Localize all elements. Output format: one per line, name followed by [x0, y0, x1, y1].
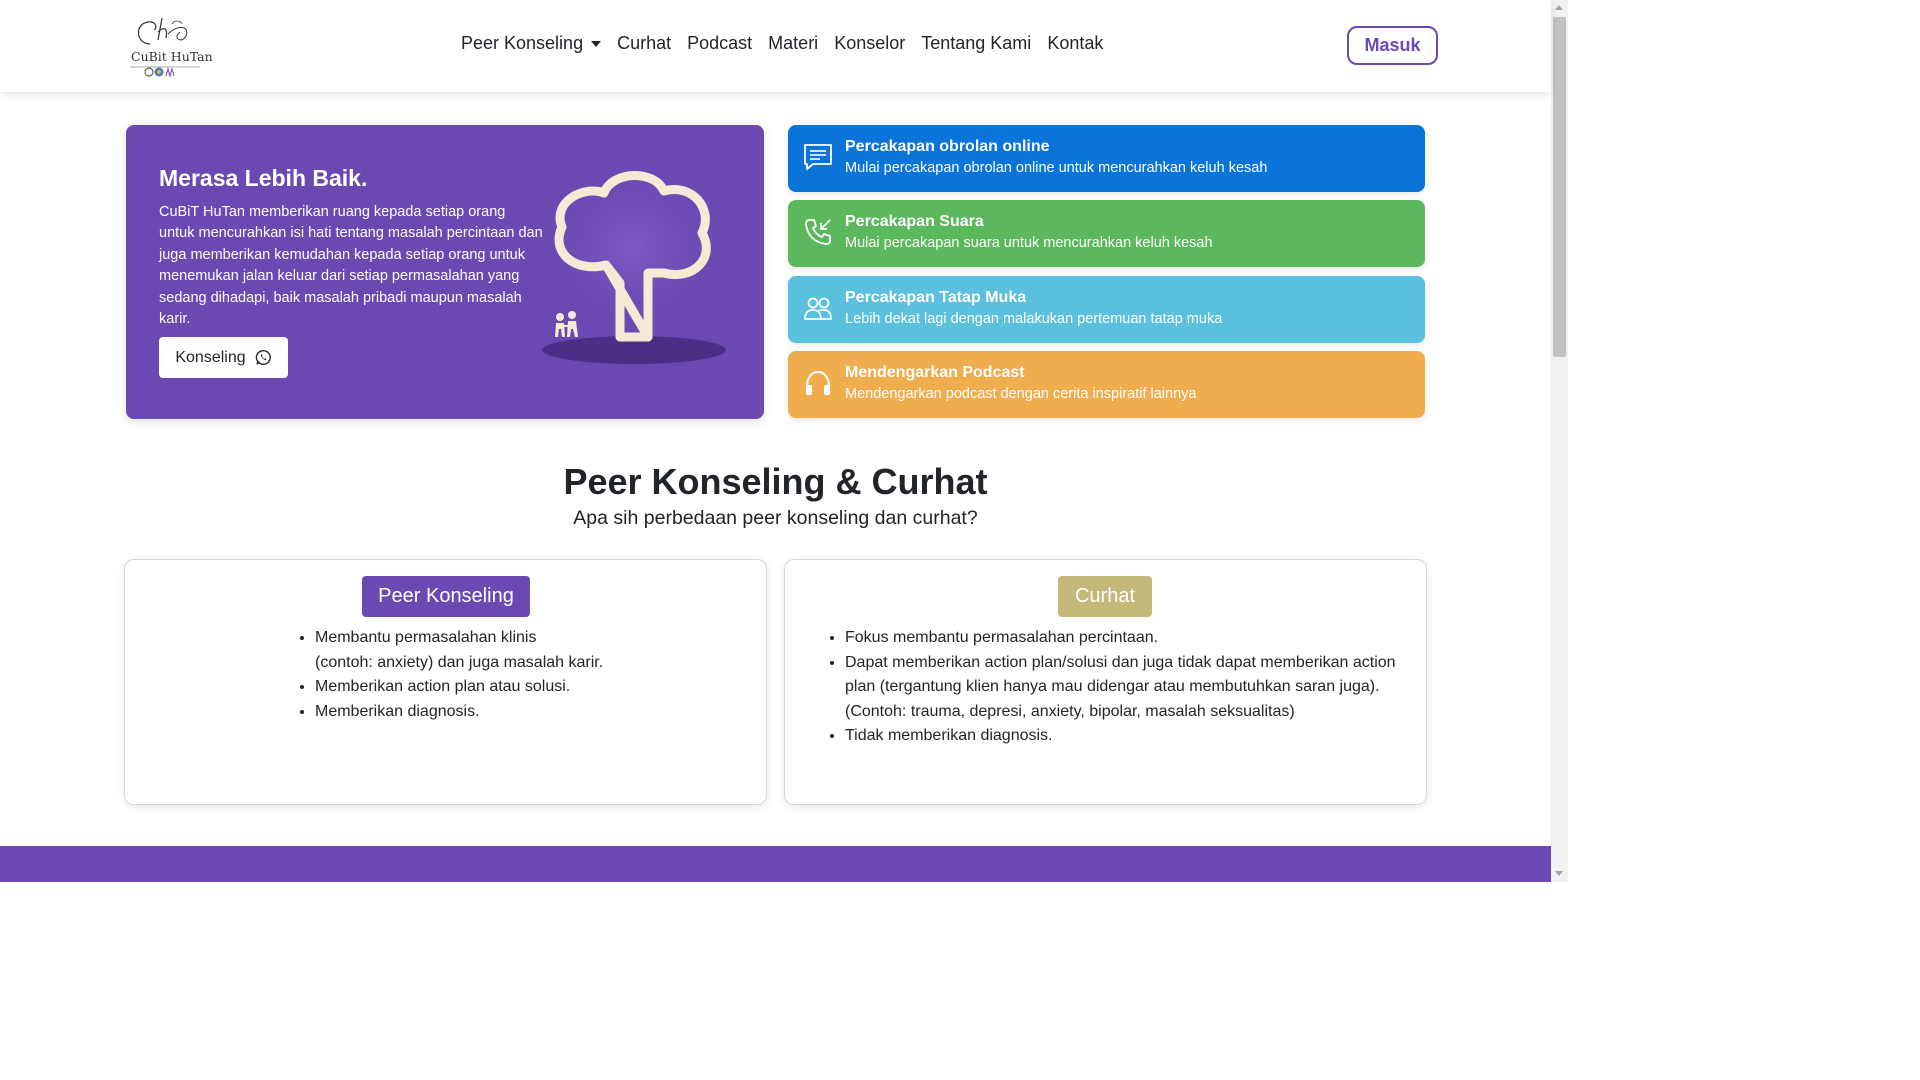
logo[interactable]: CuBit HuTan — [128, 14, 213, 80]
list-item-text: Fokus membantu permasalahan percintaan. — [845, 629, 1159, 646]
action-title: Percakapan Suara — [845, 213, 984, 230]
tree-illustration — [539, 165, 729, 364]
logo-emblems-icon — [130, 66, 200, 78]
list-item-text: Memberikan action plan atau solusi. — [315, 678, 571, 696]
headphones-icon — [806, 370, 830, 395]
navbar: CuBit HuTan Peer Konseling Curhat Podcas… — [0, 0, 1551, 92]
section-subtitle: Apa sih perbedaan peer konseling dan cur… — [573, 507, 978, 529]
chat-icon — [804, 144, 832, 170]
nav-item-kontak[interactable]: Kontak — [1047, 33, 1103, 54]
curhat-badge: Curhat — [1058, 576, 1152, 617]
caret-down-icon — [591, 40, 602, 47]
online-chat-card[interactable]: Percakapan obrolan online Mulai percakap… — [788, 125, 1425, 192]
nav-item-konselor[interactable]: Konselor — [834, 33, 905, 54]
peer-konseling-badge: Peer Konseling — [362, 576, 530, 617]
hero-title: Merasa Lebih Baik. — [159, 165, 368, 191]
nav-item-label: Curhat — [617, 33, 672, 53]
konseling-button-label: Konseling — [175, 348, 246, 366]
podcast-card[interactable]: Mendengarkan Podcast Mendengarkan podcas… — [788, 351, 1425, 418]
login-button[interactable]: Masuk — [1347, 26, 1438, 65]
face-to-face-card[interactable]: Percakapan Tatap Muka Lebih dekat lagi d… — [788, 276, 1425, 343]
peer-konseling-card: Peer Konseling Membantu permasalahan kli… — [124, 559, 767, 805]
nav-item-label: Kontak — [1047, 33, 1104, 53]
list-item: Tidak memberikan diagnosis. — [845, 724, 1405, 749]
action-title: Mendengarkan Podcast — [845, 364, 1025, 381]
scroll-up-icon[interactable] — [1555, 5, 1563, 10]
main-nav: Peer Konseling Curhat Podcast Materi Kon… — [461, 33, 1119, 54]
logo-text: CuBit HuTan — [131, 49, 213, 64]
voice-call-card[interactable]: Percakapan Suara Mulai percakapan suara … — [788, 200, 1425, 267]
nav-item-curhat[interactable]: Curhat — [617, 33, 671, 54]
nav-item-label: Peer Konseling — [461, 33, 584, 53]
action-title: Percakapan Tatap Muka — [845, 289, 1027, 306]
section-title: Peer Konseling & Curhat — [563, 461, 988, 502]
logo-mark-icon — [137, 17, 188, 45]
nav-item-label: Tentang Kami — [921, 33, 1032, 53]
vertical-scrollbar[interactable] — [1551, 0, 1568, 882]
list-item-text: Tidak memberikan diagnosis. — [845, 727, 1053, 745]
phone-incoming-icon — [805, 219, 831, 245]
curhat-list: Fokus membantu permasalahan percintaan. … — [845, 626, 1405, 749]
action-subtitle: Mulai percakapan suara untuk mencurahkan… — [845, 235, 1213, 251]
list-item: Dapat memberikan action plan/solusi dan … — [845, 651, 1405, 725]
nav-item-peer-konseling[interactable]: Peer Konseling — [461, 33, 602, 54]
list-item-text: Membantu permasalahan klinis — [315, 629, 537, 646]
curhat-card: Curhat Fokus membantu permasalahan perci… — [784, 559, 1427, 805]
list-item: Fokus membantu permasalahan percintaan. — [845, 626, 1405, 651]
list-item: Membantu permasalahan klinis (contoh: an… — [315, 626, 755, 675]
list-item: Memberikan action plan atau solusi. — [315, 675, 755, 700]
hero-description: CuBiT HuTan memberikan ruang kepada seti… — [159, 204, 543, 328]
list-item-text: (Contoh: trauma, depresi, anxiety, bipol… — [845, 702, 1295, 720]
action-title: Percakapan obrolan online — [845, 138, 1050, 155]
list-item-text: Memberikan diagnosis. — [315, 702, 480, 720]
footer-band — [0, 846, 1551, 882]
list-item-text: Dapat memberikan action plan/solusi dan … — [845, 653, 1396, 696]
whatsapp-icon — [255, 350, 271, 365]
action-subtitle: Mendengarkan podcast dengan cerita inspi… — [845, 386, 1197, 402]
scroll-down-icon[interactable] — [1555, 871, 1563, 876]
nav-item-podcast[interactable]: Podcast — [687, 33, 752, 54]
action-subtitle: Mulai percakapan obrolan online untuk me… — [845, 160, 1268, 176]
nav-item-tentang-kami[interactable]: Tentang Kami — [921, 33, 1031, 54]
scroll-thumb[interactable] — [1553, 17, 1566, 357]
peer-konseling-list: Membantu permasalahan klinis (contoh: an… — [315, 626, 755, 724]
action-subtitle: Lebih dekat lagi dengan malakukan pertem… — [845, 311, 1223, 327]
nav-item-materi[interactable]: Materi — [768, 33, 818, 54]
nav-item-label: Podcast — [687, 33, 753, 53]
people-icon — [804, 297, 832, 320]
list-item-text: (contoh: anxiety) dan juga masalah karir… — [315, 653, 604, 671]
nav-item-label: Materi — [768, 33, 819, 53]
hero-card: Merasa Lebih Baik. CuBiT HuTan memberika… — [126, 125, 764, 419]
list-item: Memberikan diagnosis. — [315, 700, 755, 725]
nav-item-label: Konselor — [834, 33, 906, 53]
konseling-button[interactable]: Konseling — [159, 337, 288, 378]
